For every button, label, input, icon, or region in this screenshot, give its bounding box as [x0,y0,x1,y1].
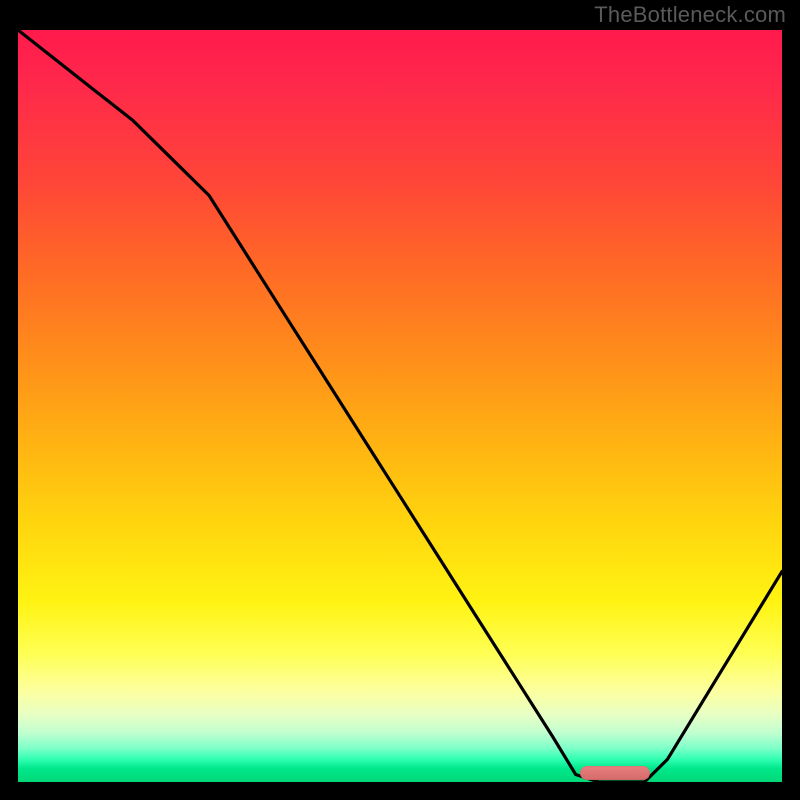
bottleneck-curve [18,30,782,782]
plot-area [18,30,782,782]
optimal-range-marker [580,766,650,780]
curve-path [18,30,782,782]
chart-stage: TheBottleneck.com [0,0,800,800]
watermark-label: TheBottleneck.com [594,2,786,28]
